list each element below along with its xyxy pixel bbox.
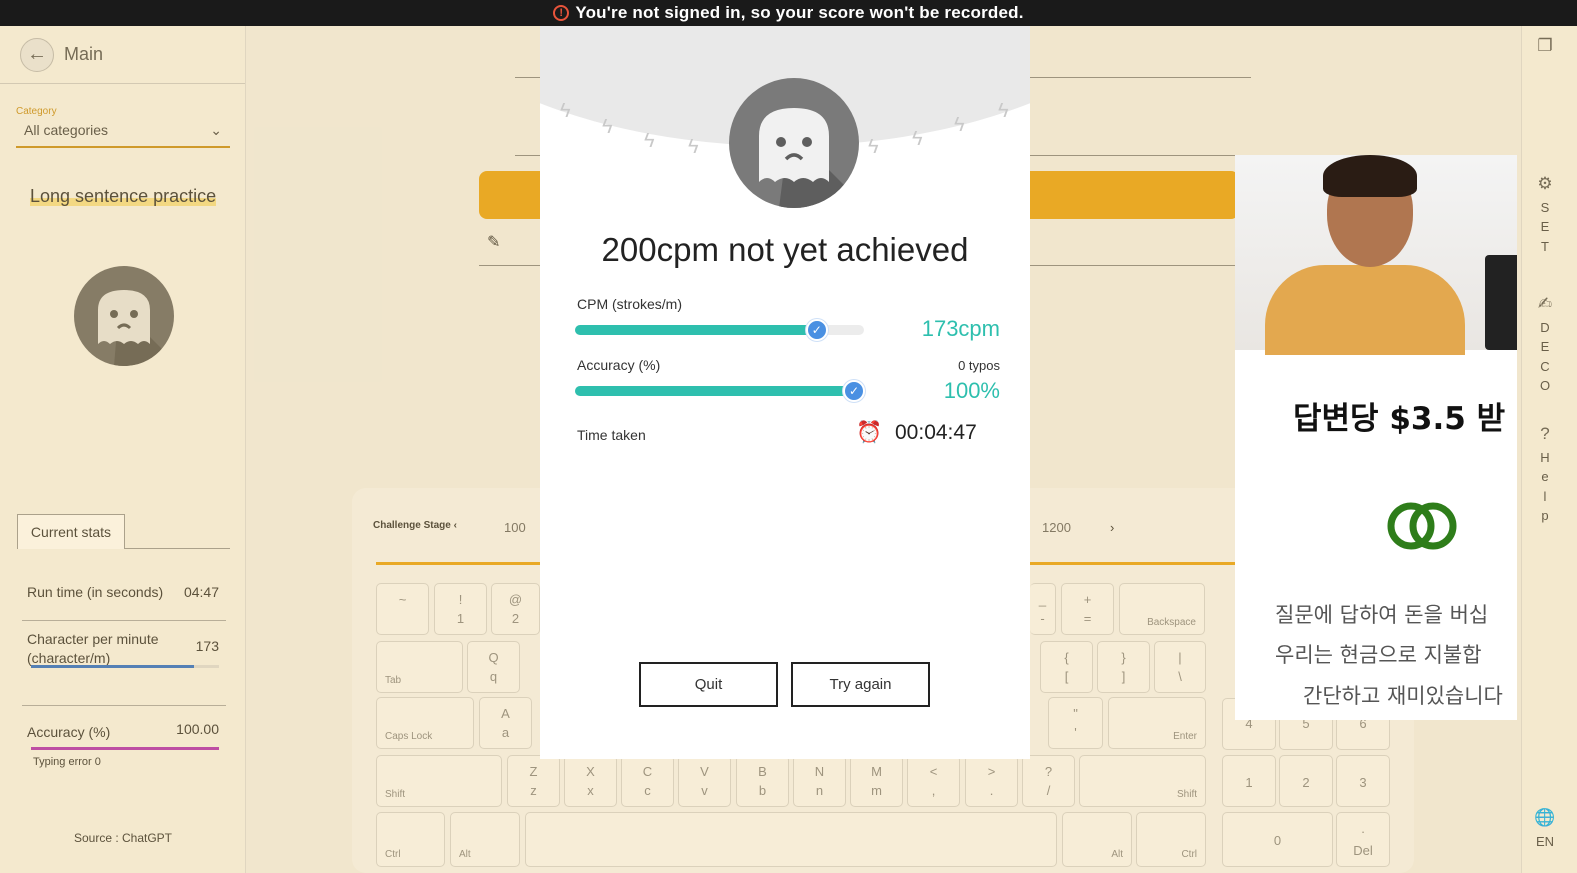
check-icon: ✓ bbox=[843, 380, 865, 402]
bolt-icon: ϟ bbox=[954, 114, 965, 136]
ad-line-3: 간단하고 재미있습니다 bbox=[1303, 684, 1503, 708]
result-modal: ϟ ϟ ϟ ϟ ϟ ϟ ϟ ϟ 200cpm not yet achieved … bbox=[540, 26, 1030, 759]
cpm-label: CPM (strokes/m) bbox=[577, 296, 682, 312]
bolt-icon: ϟ bbox=[560, 100, 571, 122]
banner-text: You're not signed in, so your score won'… bbox=[575, 3, 1024, 22]
advertisement[interactable]: 답변당 $3.5 받 질문에 답하여 돈을 버십 우리는 현금으로 지불합 간단… bbox=[1235, 155, 1517, 720]
quit-button[interactable]: Quit bbox=[639, 662, 778, 707]
ad-line-1: 질문에 답하여 돈을 버십 bbox=[1275, 603, 1489, 627]
try-again-button[interactable]: Try again bbox=[791, 662, 930, 707]
time-label: Time taken bbox=[577, 427, 646, 443]
accuracy-value: 100% bbox=[943, 378, 1000, 403]
check-icon: ✓ bbox=[805, 319, 828, 341]
result-title: 200cpm not yet achieved bbox=[601, 231, 969, 268]
accuracy-slider bbox=[575, 386, 855, 396]
warning-icon: ! bbox=[553, 5, 570, 21]
ad-logo-icon bbox=[1387, 502, 1457, 550]
bolt-icon: ϟ bbox=[912, 128, 923, 150]
bolt-icon: ϟ bbox=[644, 130, 655, 152]
bolt-icon: ϟ bbox=[868, 136, 879, 158]
typos-count: 0 typos bbox=[958, 358, 1000, 373]
bolt-icon: ϟ bbox=[688, 136, 699, 158]
accuracy-label: Accuracy (%) bbox=[577, 357, 661, 373]
ad-line-2: 우리는 현금으로 지불합 bbox=[1275, 643, 1482, 667]
alarm-clock-icon: ⏰ bbox=[856, 421, 883, 444]
bolt-icon: ϟ bbox=[602, 116, 613, 138]
bolt-icon: ϟ bbox=[998, 100, 1009, 122]
not-signed-in-banner: ! You're not signed in, so your score wo… bbox=[0, 0, 1577, 26]
ghost-icon bbox=[729, 78, 859, 208]
time-value: 00:04:47 bbox=[895, 421, 977, 444]
ad-title: 답변당 $3.5 받 bbox=[1293, 401, 1506, 437]
ad-photo bbox=[1235, 155, 1517, 355]
cpm-value: 173cpm bbox=[921, 316, 1000, 341]
